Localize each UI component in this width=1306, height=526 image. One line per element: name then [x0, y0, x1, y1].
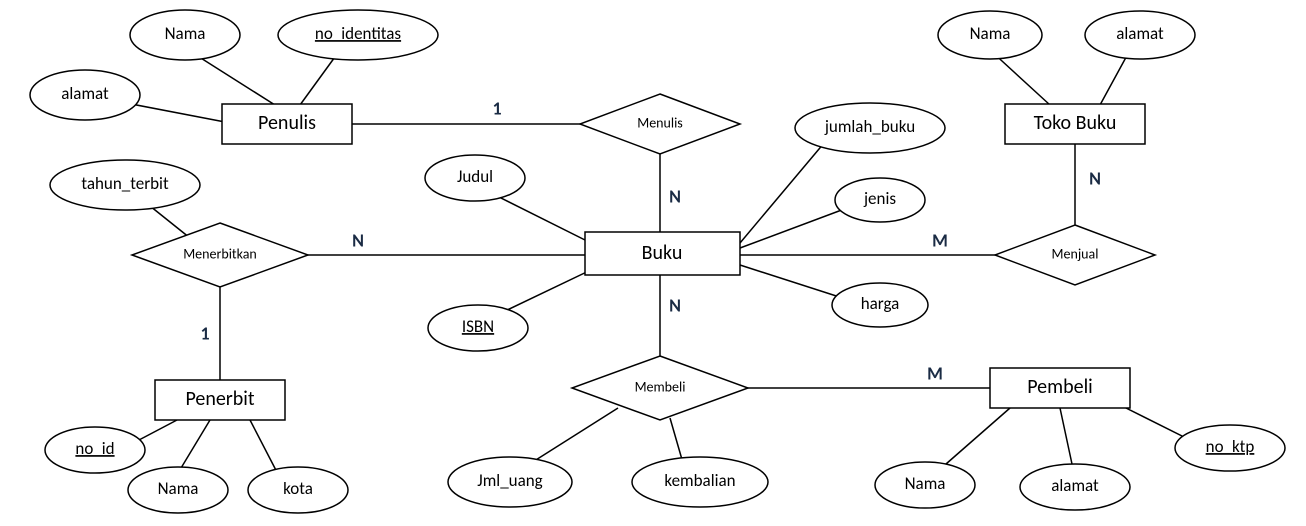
card-menulis-buku: N — [669, 185, 681, 207]
attr-pembeli-noktp-label: no_ktp — [1206, 436, 1255, 457]
attr-penulis-nama-label: Nama — [165, 23, 206, 44]
relationship-menulis-label: Menulis — [637, 114, 683, 131]
attr-toko-nama: Nama — [938, 11, 1042, 59]
entity-toko-buku: Toko Buku — [1005, 104, 1145, 144]
card-membeli-buku: N — [669, 294, 681, 316]
entity-penerbit: Penerbit — [155, 380, 285, 420]
attr-pembeli-alamat: alamat — [1020, 464, 1130, 510]
relationship-menulis: Menulis — [580, 94, 740, 154]
attr-buku-harga: harga — [832, 283, 928, 327]
entity-pembeli-label: Pembeli — [1027, 375, 1093, 399]
entity-penerbit-label: Penerbit — [185, 387, 254, 411]
entity-buku-label: Buku — [642, 241, 683, 265]
attr-membeli-jmluang: Jml_uang — [448, 457, 572, 507]
relationship-menjual-label: Menjual — [1052, 245, 1099, 262]
entity-toko-buku-label: Toko Buku — [1034, 111, 1117, 135]
attr-penulis-noidentitas-label: no_identitas — [315, 23, 402, 44]
card-menjual-toko: N — [1089, 167, 1101, 189]
attr-penulis-alamat: alamat — [30, 70, 140, 120]
attr-pembeli-nama: Nama — [875, 462, 975, 508]
entity-pembeli: Pembeli — [990, 368, 1130, 408]
attr-penerbit-kota: kota — [248, 467, 348, 513]
card-menulis-penulis: 1 — [492, 97, 501, 119]
attr-pembeli-noktp: no_ktp — [1175, 425, 1285, 471]
attr-toko-alamat-label: alamat — [1116, 23, 1164, 44]
card-menerbitkan-penerbit: 1 — [200, 322, 209, 344]
attr-tahun-terbit: tahun_terbit — [50, 160, 200, 210]
attr-membeli-kembalian: kembalian — [632, 457, 768, 507]
relationship-membeli-label: Membeli — [635, 378, 686, 395]
attr-membeli-jmluang-label: Jml_uang — [477, 470, 542, 491]
attr-buku-jumlah: jumlah_buku — [795, 103, 945, 153]
card-menjual-buku: M — [932, 229, 948, 251]
attr-buku-harga-label: harga — [861, 293, 900, 314]
relationship-menerbitkan-label: Menerbitkan — [183, 245, 257, 262]
attr-penulis-alamat-label: alamat — [61, 83, 109, 104]
edge-buku-jenis — [740, 205, 855, 248]
attr-penulis-nama: Nama — [130, 10, 240, 60]
attr-penulis-noidentitas: no_identitas — [278, 10, 438, 60]
attr-penerbit-kota-label: kota — [283, 478, 313, 499]
attr-toko-nama-label: Nama — [970, 23, 1011, 44]
attr-membeli-kembalian-label: kembalian — [664, 470, 735, 491]
attr-buku-judul: Judul — [425, 155, 525, 201]
card-menerbitkan-buku: N — [352, 229, 364, 251]
card-membeli-pembeli: M — [927, 362, 943, 384]
attr-penerbit-nama: Nama — [128, 467, 228, 513]
relationship-menjual: Menjual — [995, 225, 1155, 285]
attr-toko-alamat: alamat — [1085, 11, 1195, 59]
attr-pembeli-alamat-label: alamat — [1051, 475, 1099, 496]
attr-buku-judul-label: Judul — [457, 166, 493, 187]
attr-buku-isbn-label: ISBN — [462, 316, 494, 337]
attr-buku-jenis-label: jenis — [863, 188, 896, 209]
attr-pembeli-nama-label: Nama — [905, 473, 946, 494]
attr-penerbit-noid-label: no_id — [75, 438, 114, 459]
relationship-menerbitkan: Menerbitkan — [132, 223, 308, 287]
entity-penulis-label: Penulis — [258, 111, 316, 135]
attr-buku-jumlah-label: jumlah_buku — [824, 116, 915, 137]
attr-penerbit-nama-label: Nama — [158, 478, 199, 499]
attr-buku-jenis: jenis — [835, 178, 925, 222]
attr-penerbit-noid: no_id — [45, 427, 145, 473]
entity-penulis: Penulis — [222, 104, 352, 144]
attr-tahun-terbit-label: tahun_terbit — [81, 173, 169, 194]
relationship-membeli: Membeli — [572, 356, 748, 420]
attr-buku-isbn: ISBN — [428, 305, 528, 351]
entity-buku: Buku — [585, 232, 740, 275]
